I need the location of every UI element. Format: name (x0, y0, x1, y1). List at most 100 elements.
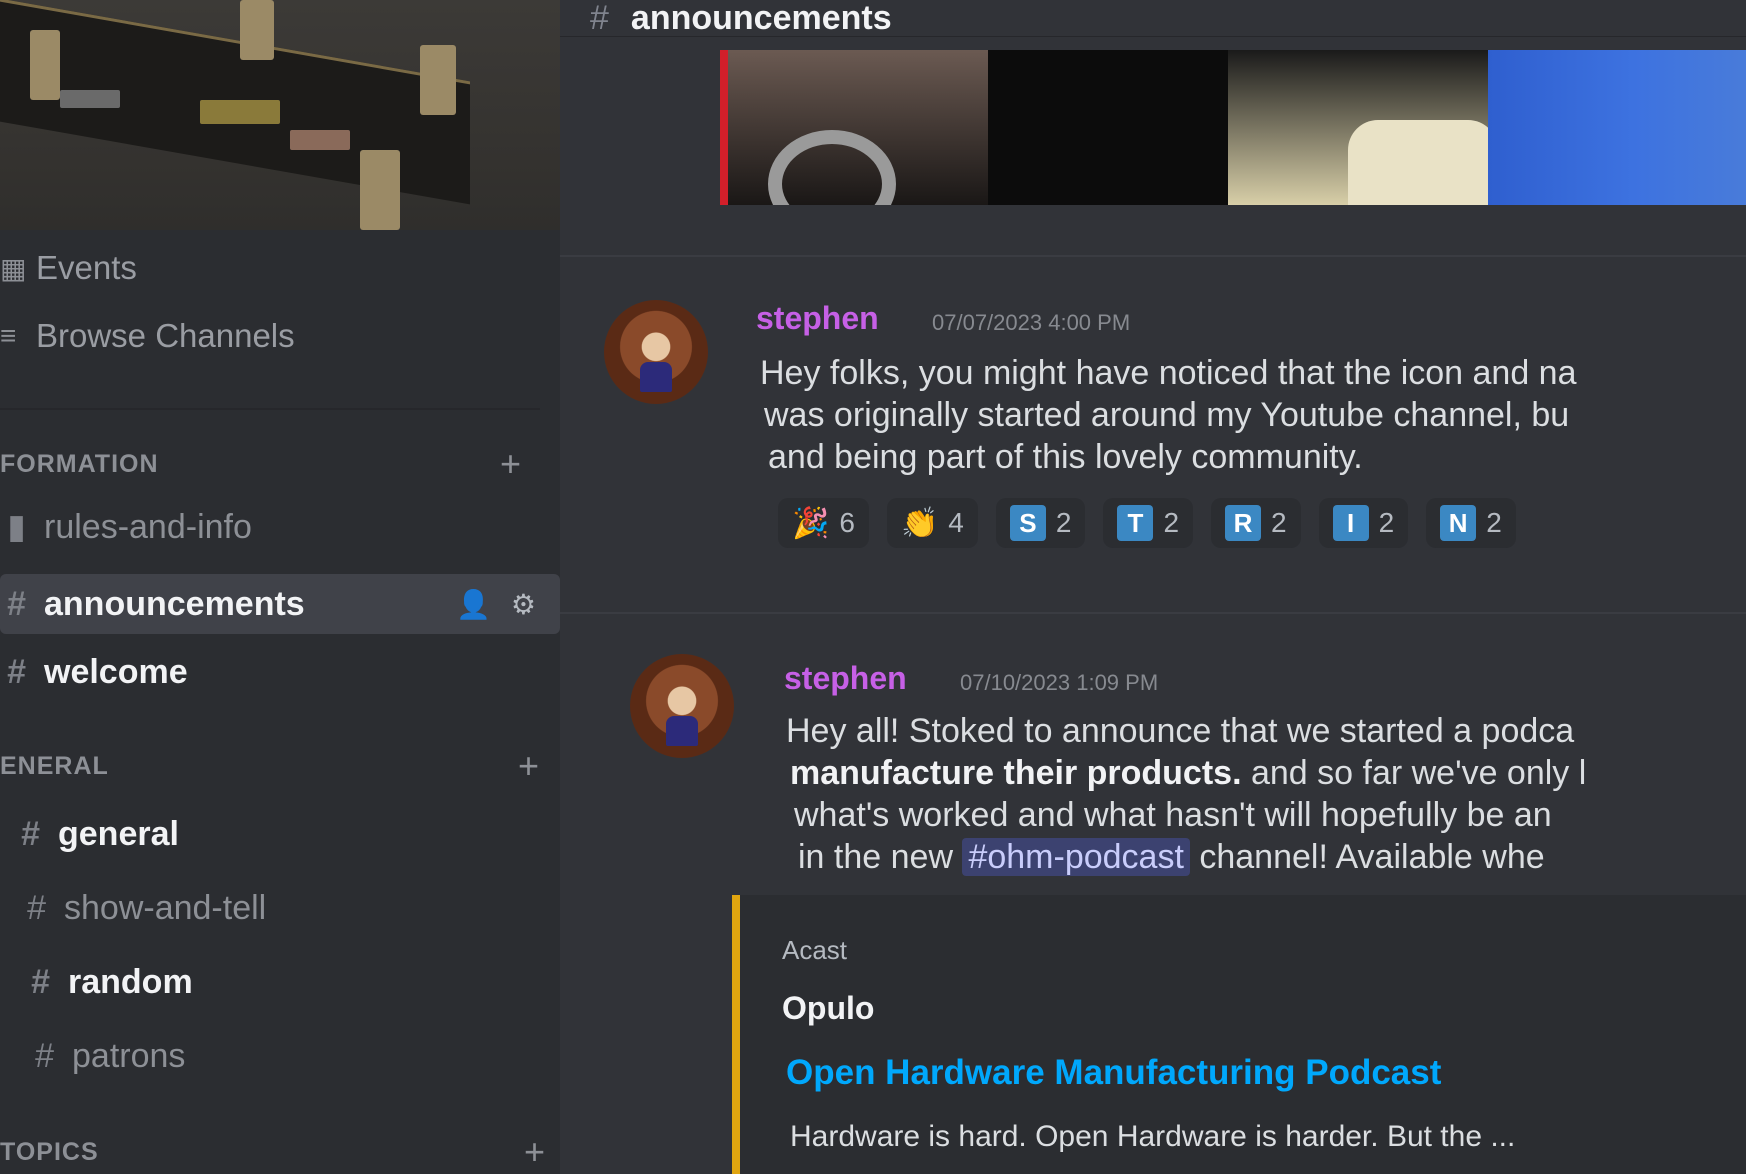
embed-author[interactable]: Opulo (782, 990, 874, 1027)
reaction-letter-s[interactable]: S2 (995, 498, 1086, 548)
rules-book-icon: ▮ (7, 508, 26, 546)
calendar-icon: ▦ (0, 252, 27, 284)
hash-icon: # (27, 888, 46, 927)
channel-label: random (68, 962, 193, 1001)
link-embed: Acast Opulo Open Hardware Manufacturing … (732, 895, 1746, 1174)
reaction-emoji: 🎉 (792, 506, 830, 540)
image-part (1488, 50, 1746, 205)
category-topics[interactable]: TOPICS + (0, 1131, 545, 1172)
embed-description: Hardware is hard. Open Hardware is harde… (790, 1120, 1516, 1153)
message-text-line: and being part of this lovely community. (768, 438, 1363, 476)
image-part (988, 50, 1228, 205)
image-part (1348, 120, 1498, 205)
hash-icon: # (35, 1036, 54, 1075)
settings-gear-icon[interactable]: ⚙ (511, 588, 536, 621)
announcement-icon: # (590, 0, 609, 37)
nav-browse-channels[interactable]: ≡ Browse Channels (0, 308, 540, 364)
banner-part (200, 100, 280, 124)
nav-events-label: Events (36, 249, 137, 286)
channel-label: patrons (72, 1036, 186, 1075)
reaction-clap[interactable]: 👏 4 (886, 498, 978, 548)
browse-icon: ≡ (0, 320, 17, 351)
letter-tile-icon: R (1225, 505, 1262, 541)
announcement-icon: # (7, 584, 26, 623)
message-text-line: what's worked and what hasn't will hopef… (794, 796, 1552, 834)
message-text: channel! Available whe (1189, 838, 1545, 876)
hash-icon: # (7, 652, 26, 691)
message-divider (560, 255, 1746, 257)
reaction-letter-i[interactable]: I2 (1318, 498, 1409, 548)
banner-post (240, 0, 274, 60)
message-text-line: in the new #ohm-podcast channel! Availab… (798, 838, 1545, 877)
channel-header: # announcements (560, 0, 1746, 37)
message-text: and so far we've only l (1241, 754, 1587, 792)
chat-area: # announcements stephen 07/07/2023 4:00 … (560, 0, 1746, 1174)
message-text-line: manufacture their products. and so far w… (790, 754, 1586, 793)
category-label: TOPICS (0, 1137, 99, 1166)
add-channel-icon[interactable]: + (518, 745, 540, 787)
message-bold-text: manufacture their products. (790, 754, 1242, 792)
reaction-count: 2 (1486, 507, 1502, 538)
reaction-letter-n[interactable]: N2 (1426, 498, 1516, 548)
channel-label: show-and-tell (64, 888, 267, 927)
channel-random[interactable]: # random (0, 952, 560, 1012)
server-banner-image (0, 0, 560, 230)
add-member-icon[interactable]: 👤 (456, 588, 491, 621)
message-text-line: Hey folks, you might have noticed that t… (760, 354, 1577, 392)
hash-icon: # (31, 962, 50, 1001)
letter-tile-icon: I (1332, 505, 1369, 541)
embed-image[interactable] (720, 50, 1746, 205)
embed-title-link[interactable]: Open Hardware Manufacturing Podcast (786, 1053, 1441, 1093)
avatar[interactable] (630, 654, 734, 758)
reaction-letter-r[interactable]: R2 (1211, 498, 1301, 548)
avatar[interactable] (604, 300, 708, 404)
message-text-line: Hey all! Stoked to announce that we star… (786, 712, 1575, 750)
channel-general[interactable]: # general (0, 804, 560, 864)
channel-label: announcements (44, 584, 305, 623)
reaction-count: 2 (1055, 507, 1072, 538)
message-text-line: was originally started around my Youtube… (764, 396, 1570, 434)
embed-provider[interactable]: Acast (782, 935, 847, 966)
letter-tile-icon: N (1440, 505, 1477, 541)
channel-label: rules-and-info (44, 507, 252, 546)
banner-part (60, 90, 120, 108)
channel-announcements[interactable]: # announcements 👤 ⚙ (0, 574, 560, 634)
hash-icon: # (21, 814, 40, 853)
channel-label: welcome (44, 652, 188, 691)
category-general[interactable]: ENERAL + (0, 745, 540, 787)
channel-sidebar: ▦ Events ≡ Browse Channels FORMATION + ▮… (0, 0, 560, 1174)
reaction-count: 6 (839, 507, 855, 538)
banner-post (420, 45, 456, 115)
add-channel-icon[interactable]: + (524, 1131, 546, 1173)
banner-part (290, 130, 350, 150)
category-label: ENERAL (0, 751, 109, 780)
message-author[interactable]: stephen (784, 660, 907, 697)
reaction-count: 4 (948, 507, 964, 538)
category-information[interactable]: FORMATION + (0, 443, 540, 485)
message-author[interactable]: stephen (756, 300, 879, 337)
message-text: in the new (798, 838, 963, 876)
channel-patrons[interactable]: # patrons (0, 1026, 560, 1086)
letter-tile-icon: S (1009, 505, 1046, 541)
sidebar-divider (0, 408, 540, 410)
channel-mention-link[interactable]: #ohm-podcast (962, 838, 1190, 876)
letter-tile-icon: T (1117, 505, 1154, 541)
reaction-count: 2 (1378, 507, 1395, 538)
channel-welcome[interactable]: # welcome (0, 642, 560, 702)
reaction-letter-t[interactable]: T2 (1103, 498, 1194, 548)
reaction-count: 2 (1271, 507, 1287, 538)
message-timestamp: 07/07/2023 4:00 PM (932, 310, 1131, 335)
reaction-emoji: 👏 (900, 506, 939, 540)
banner-post (360, 150, 400, 230)
message-timestamp: 07/10/2023 1:09 PM (960, 670, 1159, 695)
banner-post (30, 30, 60, 100)
reaction-party[interactable]: 🎉 6 (778, 498, 869, 548)
channel-rules-and-info[interactable]: ▮ rules-and-info (0, 497, 560, 557)
channel-show-and-tell[interactable]: # show-and-tell (0, 878, 560, 938)
nav-browse-label: Browse Channels (36, 317, 295, 354)
add-channel-icon[interactable]: + (500, 443, 522, 485)
channel-header-title: announcements (630, 0, 892, 37)
nav-events[interactable]: ▦ Events (0, 240, 540, 296)
message: stephen 07/07/2023 4:00 PM Hey folks, yo… (560, 290, 1746, 610)
category-label: FORMATION (0, 449, 159, 478)
